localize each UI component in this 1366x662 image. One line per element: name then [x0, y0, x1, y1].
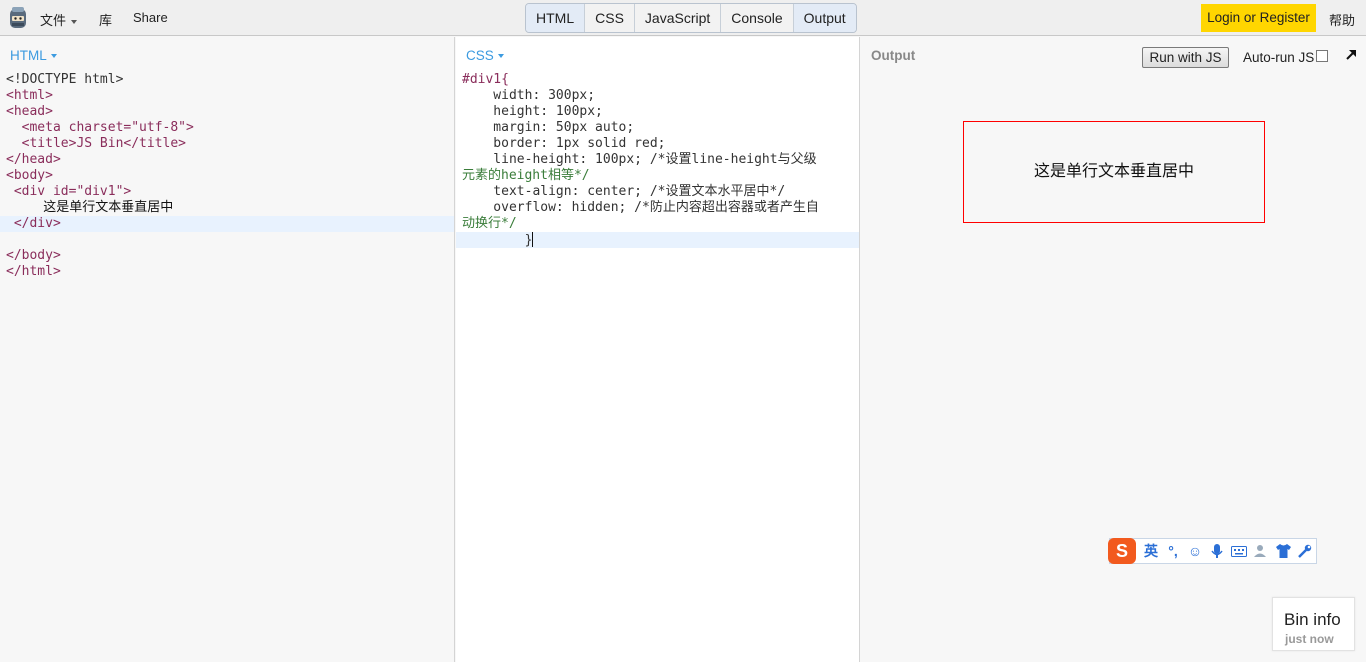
code-line: overflow: hidden; /*防止内容超出容器或者产生自	[456, 200, 859, 216]
bin-info-title: Bin info	[1284, 610, 1341, 629]
code-line: #div1{	[456, 72, 859, 88]
code-text: overflow: hidden; /*防止内容超出容器或者产生自	[462, 200, 819, 215]
code-line: </head>	[0, 152, 454, 168]
share-menu[interactable]: Share	[133, 10, 168, 25]
ime-toolbar: S 英 °, ☺	[1108, 538, 1317, 564]
code-text: </html>	[6, 264, 61, 279]
tab-output[interactable]: Output	[793, 4, 856, 32]
code-line: </html>	[0, 264, 454, 280]
css-panel-label[interactable]: CSS	[466, 48, 504, 63]
tab-console[interactable]: Console	[721, 4, 794, 32]
html-code-editor[interactable]: <!DOCTYPE html> <html> <head> <meta char…	[0, 72, 454, 280]
code-line: border: 1px solid red;	[456, 136, 859, 152]
code-text: <!DOCTYPE html>	[6, 72, 124, 87]
code-line: text-align: center; /*设置文本水平居中*/	[456, 184, 859, 200]
top-bar: 文件 库 Share HTML CSS JavaScript Console O…	[0, 0, 1366, 36]
code-text: <title>JS Bin</title>	[6, 136, 187, 151]
code-text: width: 300px;	[462, 88, 596, 103]
code-line: <meta charset="utf-8">	[0, 120, 454, 136]
code-text: height: 100px;	[462, 104, 603, 119]
jsbin-logo-icon[interactable]	[8, 6, 28, 30]
code-text: border: 1px solid red;	[462, 136, 666, 151]
tab-html[interactable]: HTML	[526, 4, 586, 32]
code-line: <title>JS Bin</title>	[0, 136, 454, 152]
code-text: <head>	[6, 104, 53, 119]
skin-shirt-icon[interactable]	[1272, 540, 1294, 562]
keyboard-icon[interactable]	[1228, 540, 1250, 562]
code-text: <html>	[6, 88, 53, 103]
text-cursor	[532, 232, 534, 247]
css-panel: CSS #div1{ width: 300px; height: 100px; …	[456, 37, 860, 662]
code-text: </div>	[6, 216, 61, 231]
code-text: <meta charset="utf-8">	[6, 120, 194, 135]
code-text: <div id="div1">	[6, 184, 132, 199]
css-panel-label-text: CSS	[466, 48, 494, 63]
code-line: <body>	[0, 168, 454, 184]
output-panel: Output Run with JS Auto-run JS 这是单行文本垂直居…	[861, 37, 1366, 662]
sogou-logo-icon[interactable]: S	[1108, 538, 1136, 564]
autorun-checkbox[interactable]	[1316, 50, 1328, 62]
chevron-down-icon	[71, 19, 78, 24]
popout-arrow-icon[interactable]	[1343, 47, 1359, 63]
code-text: 这是单行文本垂直居中	[6, 200, 174, 215]
chevron-down-icon	[50, 54, 57, 59]
code-line-active: }	[456, 232, 859, 248]
help-menu[interactable]: 帮助	[1329, 10, 1355, 29]
emoji-icon[interactable]: ☺	[1184, 540, 1206, 562]
css-code-editor[interactable]: #div1{ width: 300px; height: 100px; marg…	[456, 72, 859, 248]
code-line: line-height: 100px; /*设置line-height与父级	[456, 152, 859, 168]
wrench-icon[interactable]	[1294, 540, 1316, 562]
panel-tabs: HTML CSS JavaScript Console Output	[525, 3, 857, 33]
code-text: text-align: center; /*设置文本水平居中*/	[462, 184, 786, 199]
code-text: margin: 50px auto;	[462, 120, 635, 135]
html-panel-label[interactable]: HTML	[10, 48, 57, 63]
tab-css[interactable]: CSS	[585, 4, 635, 32]
code-line: 这是单行文本垂直居中	[0, 200, 454, 216]
output-panel-label: Output	[871, 48, 916, 63]
bin-info-timestamp: just now	[1285, 632, 1334, 646]
code-line: <html>	[0, 88, 454, 104]
code-line: 动换行*/	[456, 216, 859, 232]
library-menu[interactable]: 库	[99, 10, 112, 29]
code-text: 动换行*/	[462, 216, 517, 231]
chevron-down-icon	[497, 54, 504, 59]
ime-mode-toggle[interactable]: 英	[1140, 540, 1162, 562]
code-text: }	[462, 233, 533, 248]
code-text: 元素的height相等*/	[462, 168, 590, 183]
code-line: height: 100px;	[456, 104, 859, 120]
code-line: width: 300px;	[456, 88, 859, 104]
code-line-active: </div>	[0, 216, 454, 232]
code-text: <body>	[6, 168, 53, 183]
file-menu-label: 文件	[40, 13, 67, 28]
microphone-icon[interactable]	[1206, 540, 1228, 562]
login-register-button[interactable]: Login or Register	[1201, 4, 1316, 32]
code-line: <div id="div1">	[0, 184, 454, 200]
run-with-js-button[interactable]: Run with JS	[1142, 47, 1229, 68]
html-panel-label-text: HTML	[10, 48, 47, 63]
code-text: </body>	[6, 248, 61, 263]
bin-info-button[interactable]: Bin info just now	[1272, 597, 1355, 651]
code-line: <!DOCTYPE html>	[0, 72, 454, 88]
code-text: line-height: 100px; /*设置line-height与父级	[462, 152, 817, 167]
autorun-label: Auto-run JS	[1243, 50, 1315, 65]
code-line: </body>	[0, 248, 454, 264]
tab-javascript[interactable]: JavaScript	[635, 4, 722, 32]
user-icon[interactable]	[1250, 540, 1272, 562]
code-line: <head>	[0, 104, 454, 120]
html-panel: HTML <!DOCTYPE html> <html> <head> <meta…	[0, 37, 455, 662]
file-menu[interactable]: 文件	[40, 10, 78, 29]
code-text: #div1{	[462, 72, 509, 87]
punctuation-icon[interactable]: °,	[1162, 540, 1184, 562]
code-line: 元素的height相等*/	[456, 168, 859, 184]
demo-div1: 这是单行文本垂直居中	[963, 121, 1265, 223]
code-text: </head>	[6, 152, 61, 167]
code-line: margin: 50px auto;	[456, 120, 859, 136]
